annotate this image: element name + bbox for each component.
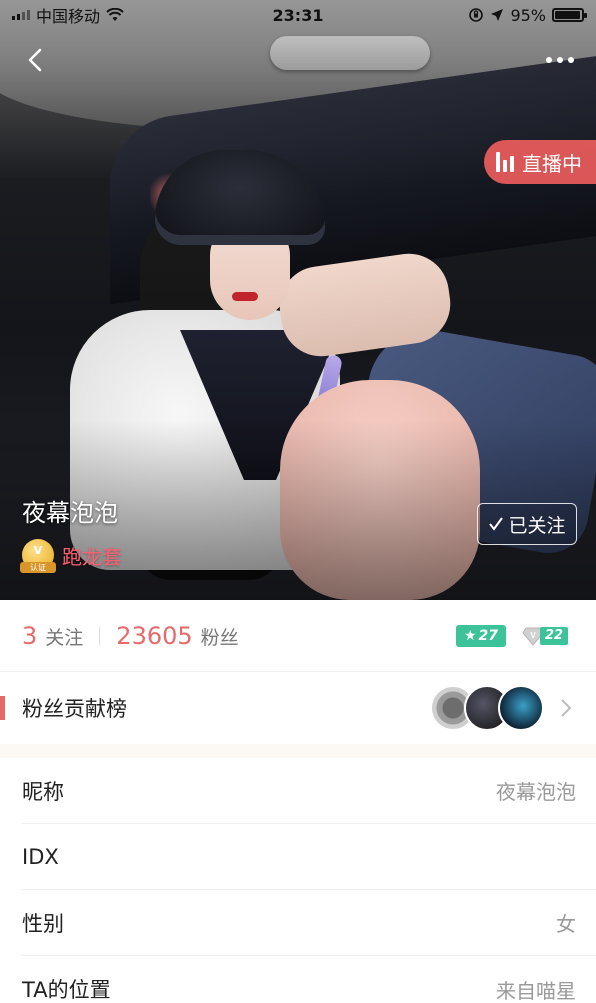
fans-stat[interactable]: 23605 粉丝: [116, 622, 238, 650]
section-accent-bar: [0, 696, 5, 720]
fans-contribution-row[interactable]: 粉丝贡献榜: [0, 672, 596, 744]
star-level-badge: ★ 27: [456, 624, 506, 647]
carrier-name: 中国移动: [36, 7, 101, 26]
live-status-badge[interactable]: 直播中: [484, 140, 596, 184]
star-icon: ★: [463, 627, 477, 644]
svg-text:V: V: [530, 631, 536, 640]
certification-title: 跑龙套: [62, 544, 122, 569]
info-label: 昵称: [22, 779, 64, 804]
signal-icon: [12, 10, 30, 20]
follow-button-label: 已关注: [508, 514, 566, 537]
vip-level-badge: V 22: [522, 624, 574, 648]
dot-icon: [568, 57, 574, 63]
info-label: TA的位置: [22, 978, 111, 1002]
following-count: 3: [22, 621, 38, 650]
following-stat[interactable]: 3 关注: [22, 622, 83, 650]
info-label: IDX: [22, 844, 59, 869]
wifi-icon: [106, 8, 124, 21]
check-icon: [489, 517, 504, 531]
following-label: 关注: [45, 626, 84, 649]
section-gap: [0, 744, 596, 758]
more-options-button[interactable]: [540, 48, 580, 72]
cert-ribbon-label: 认证: [20, 562, 56, 573]
live-bars-icon: [496, 152, 514, 172]
info-value: 女: [556, 912, 576, 936]
stat-divider: [99, 626, 101, 645]
fans-count: 23605: [116, 621, 193, 650]
info-row-location: TA的位置 来自喵星: [22, 956, 596, 1003]
dot-icon: [557, 57, 563, 63]
info-row-idx: IDX: [22, 824, 596, 890]
top-fans-avatars: [430, 685, 544, 731]
star-level-number: 27: [478, 627, 499, 644]
fans-label: 粉丝: [200, 626, 239, 649]
battery-icon: [552, 8, 587, 22]
location-icon: [491, 9, 504, 21]
fans-contribution-title: 粉丝贡献榜: [22, 697, 127, 721]
live-badge-label: 直播中: [522, 151, 582, 176]
back-button[interactable]: [18, 42, 54, 78]
profile-nickname: 夜幕泡泡: [22, 499, 118, 527]
info-label: 性别: [22, 911, 64, 936]
avatar: [498, 685, 544, 731]
chevron-right-icon: [561, 699, 572, 717]
info-row-gender: 性别 女: [22, 890, 596, 956]
profile-stats: 3 关注 23605 粉丝 ★ 27 V 22: [0, 600, 596, 672]
info-value: 来自喵星: [496, 978, 576, 1003]
info-value: 夜幕泡泡: [496, 780, 576, 804]
status-bar: 中国移动 23:31 95%: [0, 0, 596, 30]
orientation-lock-icon: [469, 8, 484, 22]
battery-percent: 95%: [510, 5, 546, 25]
info-row-nickname: 昵称 夜幕泡泡: [22, 758, 596, 824]
vip-level-number: 22: [540, 626, 569, 645]
profile-info-list: 昵称 夜幕泡泡 IDX 性别 女 TA的位置 来自喵星: [0, 758, 596, 1003]
follow-button[interactable]: 已关注: [477, 503, 577, 545]
certification-medal-icon: V 认证: [20, 539, 56, 573]
certification-row: V 认证 跑龙套: [20, 539, 122, 573]
dot-icon: [546, 57, 552, 63]
